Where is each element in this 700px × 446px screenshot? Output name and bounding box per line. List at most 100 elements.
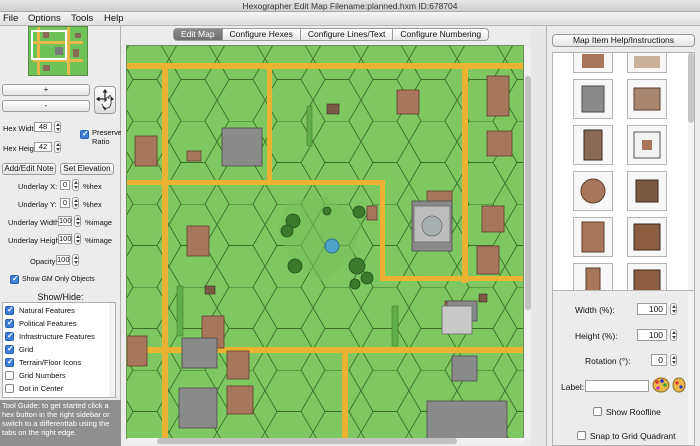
underlay-y-stepper[interactable]	[72, 197, 79, 209]
menu-help[interactable]: Help	[104, 13, 124, 24]
market-icon	[634, 56, 660, 68]
rotation-field[interactable]: 0	[651, 354, 667, 366]
tab-configure-numbering[interactable]: Configure Numbering	[393, 28, 490, 41]
list-item-label: Infrastructure Features	[19, 332, 95, 341]
hex-height-field[interactable]: 42	[34, 142, 52, 152]
rotation-stepper[interactable]	[670, 354, 677, 366]
stall-icon	[635, 179, 659, 203]
list-item-label: Natural Features	[19, 306, 75, 315]
map-item-tile[interactable]	[627, 125, 667, 165]
infrastructure-features-checkbox[interactable]	[5, 331, 14, 341]
opacity-stepper[interactable]	[72, 254, 79, 266]
list-item[interactable]: Natural Features	[5, 305, 115, 317]
political-features-checkbox[interactable]	[5, 318, 14, 328]
minimap[interactable]	[28, 26, 88, 76]
underlay-y-field[interactable]: 0	[60, 198, 70, 208]
underlay-x-field[interactable]: 0	[60, 180, 70, 190]
menu-file[interactable]: File	[3, 13, 18, 24]
show-hide-scrollbar[interactable]	[109, 303, 115, 397]
list-item[interactable]: Political Features	[5, 318, 115, 330]
preserve-ratio-checkbox[interactable]	[80, 129, 89, 139]
list-item-label: Grid Numbers	[19, 371, 66, 380]
underlay-width-stepper[interactable]	[74, 215, 81, 227]
map-item-palette	[552, 52, 695, 314]
underlay-height-label: Underlay Height:	[8, 236, 64, 245]
text-style-icon[interactable]	[672, 377, 686, 393]
list-item[interactable]: Dot in Center	[5, 383, 115, 395]
width-stepper[interactable]	[670, 303, 677, 315]
map-vertical-scrollbar[interactable]	[525, 48, 531, 438]
snap-to-grid-checkbox[interactable]	[577, 431, 586, 440]
zoom-out-button[interactable]: -	[2, 100, 90, 112]
map-item-tile[interactable]	[573, 171, 613, 211]
underlay-height-unit: %image	[85, 236, 113, 245]
properties-scrollbar[interactable]	[688, 291, 694, 445]
natural-features-checkbox[interactable]	[5, 305, 14, 315]
height-stepper[interactable]	[670, 329, 677, 341]
left-sidebar: + - Hex Width: 48 Hex Height: 42 Preserv…	[0, 26, 123, 446]
opacity-field[interactable]: 100	[56, 255, 70, 265]
color-palette-icon[interactable]	[652, 377, 670, 393]
grid-checkbox[interactable]	[5, 344, 14, 354]
map-item-tile[interactable]	[627, 79, 667, 119]
width-field[interactable]: 100	[637, 303, 667, 315]
show-gm-checkbox[interactable]	[10, 274, 19, 284]
width-label: Width (%):	[575, 305, 615, 315]
set-elevation-button[interactable]: Set Elevation	[60, 163, 114, 175]
map-item-tile[interactable]	[627, 53, 667, 73]
zoom-in-button[interactable]: +	[2, 84, 90, 96]
list-item[interactable]: Infrastructure Features	[5, 331, 115, 343]
underlay-x-stepper[interactable]	[72, 179, 79, 191]
tab-configure-hexes[interactable]: Configure Hexes	[222, 28, 301, 41]
height-field[interactable]: 100	[637, 329, 667, 341]
list-item[interactable]: Grid Numbers	[5, 370, 115, 382]
grid-numbers-checkbox[interactable]	[5, 371, 14, 380]
add-edit-note-button[interactable]: Add/Edit Note	[2, 163, 56, 175]
list-item[interactable]: Terrain/Floor Icons	[5, 357, 115, 369]
show-roofline-label: Show Roofline	[606, 407, 661, 417]
map-item-tile[interactable]	[573, 79, 613, 119]
opacity-label: Opacity:	[30, 257, 58, 266]
list-item[interactable]: Grid	[5, 344, 115, 356]
stone-house-icon	[581, 85, 605, 113]
house-icon	[633, 87, 661, 111]
map-item-help-button[interactable]: Map Item Help/Instructions	[552, 34, 695, 47]
hex-map[interactable]	[127, 46, 524, 439]
map-item-tile[interactable]	[627, 217, 667, 257]
round-hut-icon	[580, 178, 606, 204]
wagon-icon	[583, 129, 603, 161]
underlay-height-stepper[interactable]	[74, 233, 81, 245]
show-roofline-checkbox[interactable]	[593, 407, 602, 416]
map-item-tile[interactable]	[573, 125, 613, 165]
scroll-thumb[interactable]	[525, 76, 531, 310]
menu-options[interactable]: Options	[28, 13, 61, 24]
scroll-thumb[interactable]	[688, 53, 694, 123]
tab-edit-map[interactable]: Edit Map	[173, 28, 223, 41]
underlay-height-field[interactable]: 100	[58, 234, 72, 244]
list-item-label: Political Features	[19, 319, 77, 328]
pan-tool-button[interactable]	[94, 86, 116, 114]
map-item-tile[interactable]	[627, 171, 667, 211]
hand-move-icon	[96, 89, 114, 111]
map-horizontal-scrollbar[interactable]	[127, 438, 525, 444]
minimap-viewport-frame[interactable]	[31, 30, 67, 60]
label-label: Label:	[561, 382, 585, 392]
interior-icon	[633, 131, 661, 159]
dot-in-center-checkbox[interactable]	[5, 384, 14, 393]
map-item-tile[interactable]	[573, 53, 613, 73]
scroll-thumb[interactable]	[157, 438, 457, 444]
preserve-ratio-label: Preserve Ratio	[92, 128, 123, 146]
map-item-tile[interactable]	[573, 217, 613, 257]
map-canvas[interactable]	[126, 45, 524, 439]
terrain-floor-icons-checkbox[interactable]	[5, 357, 14, 367]
palette-scrollbar[interactable]	[688, 53, 694, 313]
hex-width-field[interactable]: 48	[34, 122, 52, 132]
hex-height-stepper[interactable]	[54, 141, 61, 153]
hex-width-stepper[interactable]	[54, 121, 61, 133]
tab-configure-lines-text[interactable]: Configure Lines/Text	[300, 28, 394, 41]
underlay-width-field[interactable]: 100	[58, 216, 72, 226]
underlay-width-unit: %image	[85, 218, 113, 227]
menu-tools[interactable]: Tools	[71, 13, 93, 24]
item-properties-panel: Width (%): 100 Height (%): 100 Rotation …	[552, 290, 695, 446]
label-field[interactable]	[585, 380, 649, 392]
